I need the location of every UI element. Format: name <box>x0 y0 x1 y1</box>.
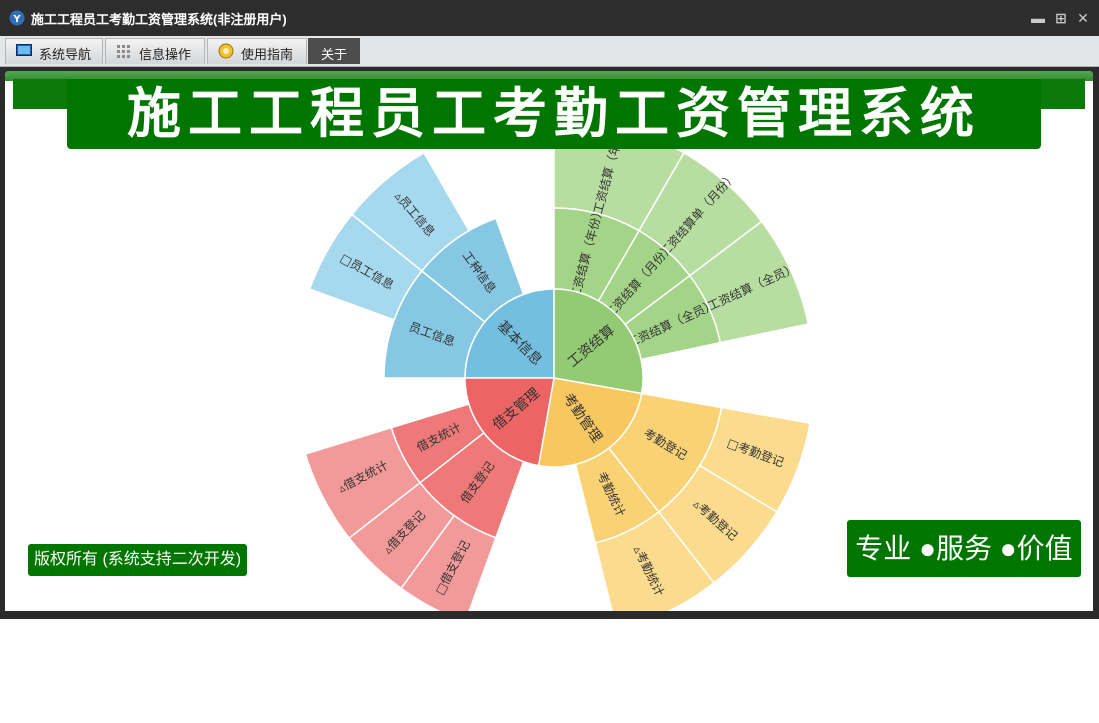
tab-about[interactable]: 关于 <box>308 38 360 64</box>
tab-system-nav[interactable]: 系统导航 <box>5 38 103 64</box>
window-title: 施工工程员工考勤工资管理系统(非注册用户) <box>31 12 287 27</box>
copyright-label: 版权所有 (系统支持二次开发) <box>28 544 248 576</box>
window-bottom-border <box>0 611 1099 619</box>
page-title: 施工工程员工考勤工资管理系统 <box>67 79 1041 149</box>
menu-bar: 系统导航 信息操作 使用指南 关于 <box>0 36 1099 67</box>
tab-info-ops[interactable]: 信息操作 <box>105 38 205 64</box>
grid-icon <box>117 45 130 58</box>
minimize-icon[interactable]: ▬ <box>1029 8 1047 28</box>
tab-user-guide[interactable]: 使用指南 <box>207 38 307 64</box>
tab-label: 关于 <box>320 47 347 62</box>
svg-text:Y: Y <box>12 14 21 25</box>
tab-label: 系统导航 <box>39 47 92 62</box>
app-window: Y 施工工程员工考勤工资管理系统(非注册用户) ▬ ⊞ ✕ 系统导航 信息操作 <box>0 0 1099 619</box>
app-logo-icon: Y <box>9 10 25 26</box>
monitor-icon <box>16 44 32 56</box>
slogan-badge: 专业 ●服务 ●价值 <box>847 520 1081 577</box>
main-content: □员工信息 ▵员工信息 ▵工资结算（年份） ▵工资结算单（月份） ▵工资结算（全员） □考… <box>5 71 1093 611</box>
tab-label: 信息操作 <box>139 47 192 62</box>
tab-label: 使用指南 <box>241 47 294 62</box>
title-bar[interactable]: Y 施工工程员工考勤工资管理系统(非注册用户) ▬ ⊞ ✕ <box>0 0 1099 36</box>
restore-icon[interactable]: ⊞ <box>1052 8 1070 28</box>
close-icon[interactable]: ✕ <box>1074 8 1092 28</box>
guide-icon <box>218 43 234 59</box>
